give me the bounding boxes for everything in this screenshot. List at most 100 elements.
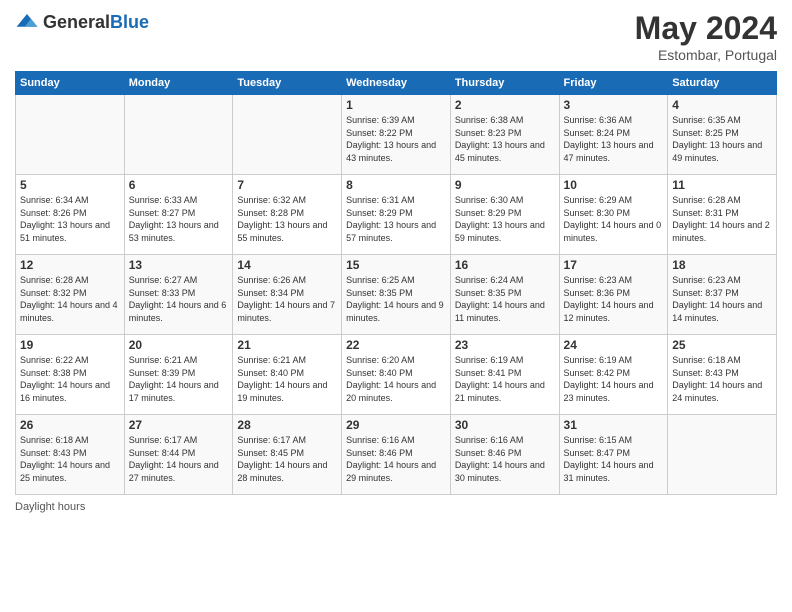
day-number: 15 bbox=[346, 258, 446, 272]
day-number: 9 bbox=[455, 178, 555, 192]
day-info: Sunrise: 6:29 AM Sunset: 8:30 PM Dayligh… bbox=[564, 194, 664, 244]
day-cell: 31Sunrise: 6:15 AM Sunset: 8:47 PM Dayli… bbox=[559, 415, 668, 495]
day-cell: 16 Sunrise: 6:24 AM Sunset: 8:35 PM Dayli… bbox=[450, 255, 559, 335]
day-info: Sunrise: 6:27 AM Sunset: 8:33 PM Dayligh… bbox=[129, 274, 229, 324]
day-number: 22 bbox=[346, 338, 446, 352]
col-saturday: Saturday bbox=[668, 72, 777, 95]
page: GeneralBlue May 2024 Estombar, Portugal … bbox=[0, 0, 792, 612]
day-info: Sunrise: 6:16 AM Sunset: 8:46 PM Dayligh… bbox=[455, 434, 555, 484]
day-number: 28 bbox=[237, 418, 337, 432]
day-cell: 5Sunrise: 6:34 AM Sunset: 8:26 PM Daylig… bbox=[16, 175, 125, 255]
day-cell: 28 Sunrise: 6:17 AM Sunset: 8:45 PM Dayli… bbox=[233, 415, 342, 495]
day-info: Sunrise: 6:21 AM Sunset: 8:40 PM Dayligh… bbox=[237, 354, 337, 404]
calendar-body: 1 Sunrise: 6:39 AM Sunset: 8:22 PM Daylig… bbox=[16, 95, 777, 495]
day-cell: 25 Sunrise: 6:18 AM Sunset: 8:43 PM Dayli… bbox=[668, 335, 777, 415]
week-row-3: 19 Sunrise: 6:22 AM Sunset: 8:38 PM Dayli… bbox=[16, 335, 777, 415]
day-number: 12 bbox=[20, 258, 120, 272]
day-cell: 3 Sunrise: 6:36 AM Sunset: 8:24 PM Daylig… bbox=[559, 95, 668, 175]
day-cell: 9 Sunrise: 6:30 AM Sunset: 8:29 PM Daylig… bbox=[450, 175, 559, 255]
header: GeneralBlue May 2024 Estombar, Portugal bbox=[15, 10, 777, 63]
day-cell: 11 Sunrise: 6:28 AM Sunset: 8:31 PM Dayli… bbox=[668, 175, 777, 255]
day-cell: 18 Sunrise: 6:23 AM Sunset: 8:37 PM Dayli… bbox=[668, 255, 777, 335]
month-title: May 2024 bbox=[635, 10, 777, 47]
day-cell: 20 Sunrise: 6:21 AM Sunset: 8:39 PM Dayli… bbox=[124, 335, 233, 415]
day-cell: 2Sunrise: 6:38 AM Sunset: 8:23 PM Daylig… bbox=[450, 95, 559, 175]
day-info: Sunrise: 6:20 AM Sunset: 8:40 PM Dayligh… bbox=[346, 354, 446, 404]
day-number: 18 bbox=[672, 258, 772, 272]
day-number: 16 bbox=[455, 258, 555, 272]
day-info: Sunrise: 6:30 AM Sunset: 8:29 PM Dayligh… bbox=[455, 194, 555, 244]
day-number: 21 bbox=[237, 338, 337, 352]
day-number: 25 bbox=[672, 338, 772, 352]
day-number: 14 bbox=[237, 258, 337, 272]
day-info: Sunrise: 6:18 AM Sunset: 8:43 PM Dayligh… bbox=[20, 434, 120, 484]
day-info: Sunrise: 6:28 AM Sunset: 8:32 PM Dayligh… bbox=[20, 274, 120, 324]
day-info: Sunrise: 6:33 AM Sunset: 8:27 PM Dayligh… bbox=[129, 194, 229, 244]
title-block: May 2024 Estombar, Portugal bbox=[635, 10, 777, 63]
day-cell: 29Sunrise: 6:16 AM Sunset: 8:46 PM Dayli… bbox=[342, 415, 451, 495]
footer: Daylight hours bbox=[15, 501, 777, 513]
day-info: Sunrise: 6:26 AM Sunset: 8:34 PM Dayligh… bbox=[237, 274, 337, 324]
calendar-table: Sunday Monday Tuesday Wednesday Thursday… bbox=[15, 71, 777, 495]
day-number: 19 bbox=[20, 338, 120, 352]
day-info: Sunrise: 6:25 AM Sunset: 8:35 PM Dayligh… bbox=[346, 274, 446, 324]
day-number: 1 bbox=[346, 98, 446, 112]
day-number: 2 bbox=[455, 98, 555, 112]
day-info: Sunrise: 6:32 AM Sunset: 8:28 PM Dayligh… bbox=[237, 194, 337, 244]
day-cell: 24Sunrise: 6:19 AM Sunset: 8:42 PM Dayli… bbox=[559, 335, 668, 415]
day-info: Sunrise: 6:17 AM Sunset: 8:45 PM Dayligh… bbox=[237, 434, 337, 484]
col-tuesday: Tuesday bbox=[233, 72, 342, 95]
day-cell bbox=[16, 95, 125, 175]
day-info: Sunrise: 6:28 AM Sunset: 8:31 PM Dayligh… bbox=[672, 194, 772, 244]
day-cell: 8Sunrise: 6:31 AM Sunset: 8:29 PM Daylig… bbox=[342, 175, 451, 255]
day-number: 13 bbox=[129, 258, 229, 272]
col-sunday: Sunday bbox=[16, 72, 125, 95]
day-cell: 22 Sunrise: 6:20 AM Sunset: 8:40 PM Dayli… bbox=[342, 335, 451, 415]
day-cell: 12 Sunrise: 6:28 AM Sunset: 8:32 PM Dayli… bbox=[16, 255, 125, 335]
day-cell: 10 Sunrise: 6:29 AM Sunset: 8:30 PM Dayli… bbox=[559, 175, 668, 255]
day-number: 31 bbox=[564, 418, 664, 432]
day-cell: 14 Sunrise: 6:26 AM Sunset: 8:34 PM Dayli… bbox=[233, 255, 342, 335]
col-thursday: Thursday bbox=[450, 72, 559, 95]
header-row: Sunday Monday Tuesday Wednesday Thursday… bbox=[16, 72, 777, 95]
day-cell: 13 Sunrise: 6:27 AM Sunset: 8:33 PM Dayli… bbox=[124, 255, 233, 335]
day-number: 7 bbox=[237, 178, 337, 192]
day-number: 27 bbox=[129, 418, 229, 432]
day-info: Sunrise: 6:36 AM Sunset: 8:24 PM Dayligh… bbox=[564, 114, 664, 164]
day-info: Sunrise: 6:23 AM Sunset: 8:36 PM Dayligh… bbox=[564, 274, 664, 324]
day-number: 10 bbox=[564, 178, 664, 192]
day-cell: 27Sunrise: 6:17 AM Sunset: 8:44 PM Dayli… bbox=[124, 415, 233, 495]
day-cell bbox=[233, 95, 342, 175]
location: Estombar, Portugal bbox=[635, 47, 777, 63]
day-number: 8 bbox=[346, 178, 446, 192]
day-info: Sunrise: 6:23 AM Sunset: 8:37 PM Dayligh… bbox=[672, 274, 772, 324]
day-cell bbox=[124, 95, 233, 175]
day-cell: 15 Sunrise: 6:25 AM Sunset: 8:35 PM Dayli… bbox=[342, 255, 451, 335]
day-number: 20 bbox=[129, 338, 229, 352]
col-wednesday: Wednesday bbox=[342, 72, 451, 95]
day-cell: 4Sunrise: 6:35 AM Sunset: 8:25 PM Daylig… bbox=[668, 95, 777, 175]
day-cell: 6 Sunrise: 6:33 AM Sunset: 8:27 PM Daylig… bbox=[124, 175, 233, 255]
day-info: Sunrise: 6:18 AM Sunset: 8:43 PM Dayligh… bbox=[672, 354, 772, 404]
day-cell: 21 Sunrise: 6:21 AM Sunset: 8:40 PM Dayli… bbox=[233, 335, 342, 415]
day-info: Sunrise: 6:21 AM Sunset: 8:39 PM Dayligh… bbox=[129, 354, 229, 404]
col-monday: Monday bbox=[124, 72, 233, 95]
day-cell: 1 Sunrise: 6:39 AM Sunset: 8:22 PM Daylig… bbox=[342, 95, 451, 175]
logo: GeneralBlue bbox=[15, 10, 149, 34]
day-info: Sunrise: 6:24 AM Sunset: 8:35 PM Dayligh… bbox=[455, 274, 555, 324]
day-info: Sunrise: 6:39 AM Sunset: 8:22 PM Dayligh… bbox=[346, 114, 446, 164]
day-number: 30 bbox=[455, 418, 555, 432]
col-friday: Friday bbox=[559, 72, 668, 95]
day-number: 3 bbox=[564, 98, 664, 112]
day-number: 11 bbox=[672, 178, 772, 192]
day-number: 23 bbox=[455, 338, 555, 352]
day-number: 17 bbox=[564, 258, 664, 272]
day-info: Sunrise: 6:19 AM Sunset: 8:42 PM Dayligh… bbox=[564, 354, 664, 404]
day-cell: 30 Sunrise: 6:16 AM Sunset: 8:46 PM Dayli… bbox=[450, 415, 559, 495]
day-info: Sunrise: 6:22 AM Sunset: 8:38 PM Dayligh… bbox=[20, 354, 120, 404]
day-number: 6 bbox=[129, 178, 229, 192]
day-number: 5 bbox=[20, 178, 120, 192]
day-cell: 17 Sunrise: 6:23 AM Sunset: 8:36 PM Dayli… bbox=[559, 255, 668, 335]
day-info: Sunrise: 6:19 AM Sunset: 8:41 PM Dayligh… bbox=[455, 354, 555, 404]
week-row-1: 5Sunrise: 6:34 AM Sunset: 8:26 PM Daylig… bbox=[16, 175, 777, 255]
